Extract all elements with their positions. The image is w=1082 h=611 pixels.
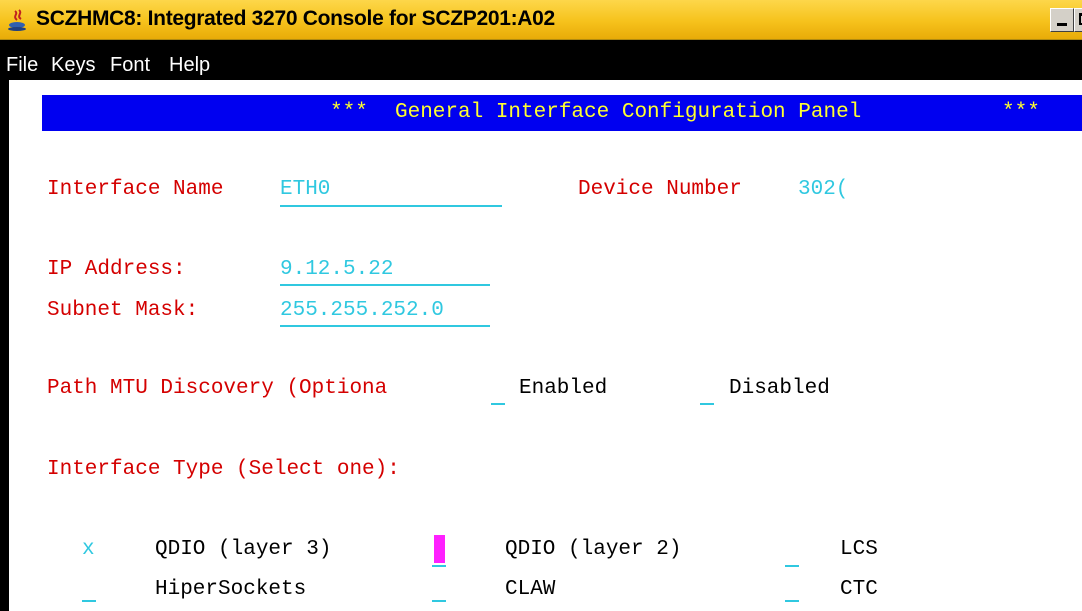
menu-font[interactable]: Font (110, 54, 150, 76)
path-mtu-label: Path MTU Discovery (Optiona (47, 377, 388, 400)
header-stars-right: *** (1002, 101, 1040, 124)
ip-address-label: IP Address: (47, 258, 186, 281)
ctc-label: CTC (840, 578, 878, 601)
menu-keys[interactable]: Keys (51, 54, 95, 76)
disabled-input[interactable] (700, 403, 714, 405)
terminal-screen[interactable]: *** General Interface Configuration Pane… (0, 80, 1082, 611)
subnet-mask-field[interactable]: 255.255.252.0 (280, 299, 444, 323)
device-number-label: Device Number (578, 178, 742, 201)
claw-label: CLAW (505, 578, 556, 601)
screen-left-border (0, 80, 9, 611)
enabled-label: Enabled (519, 377, 608, 400)
interface-name-label: Interface Name (47, 178, 224, 201)
qdio-layer2-label: QDIO (layer 2) (505, 538, 682, 561)
minimize-button[interactable] (1050, 8, 1074, 32)
cursor-icon (434, 535, 445, 563)
subnet-mask-underline (280, 325, 490, 327)
menu-file[interactable]: File (6, 54, 38, 76)
qdio-layer3-select[interactable]: x (82, 538, 95, 562)
window-title: SCZHMC8: Integrated 3270 Console for SCZ… (36, 7, 555, 30)
interface-name-underline (280, 205, 502, 207)
qdio-layer2-select[interactable] (432, 565, 446, 567)
ctc-select[interactable] (785, 600, 799, 602)
maximize-button[interactable] (1074, 8, 1082, 32)
minimize-icon (1057, 23, 1067, 26)
interface-name-field[interactable]: ETH0 (280, 178, 330, 202)
hipersockets-label: HiperSockets (155, 578, 307, 601)
ip-address-field[interactable]: 9.12.5.22 (280, 258, 393, 282)
title-bar[interactable]: SCZHMC8: Integrated 3270 Console for SCZ… (0, 0, 1082, 40)
java-icon (8, 9, 26, 31)
hipersockets-select[interactable] (82, 600, 96, 602)
device-number-field[interactable]: 302( (798, 178, 848, 202)
header-stars-left: *** (330, 101, 368, 124)
claw-select[interactable] (432, 600, 446, 602)
menu-bar: File Keys Font Help (0, 40, 1082, 80)
lcs-label: LCS (840, 538, 878, 561)
enabled-input[interactable] (491, 403, 505, 405)
ip-address-underline (280, 284, 490, 286)
menu-help[interactable]: Help (169, 54, 210, 76)
subnet-mask-label: Subnet Mask: (47, 299, 199, 322)
panel-title: General Interface Configuration Panel (395, 101, 862, 124)
panel-header: *** General Interface Configuration Pane… (42, 95, 1082, 131)
lcs-select[interactable] (785, 565, 799, 567)
interface-type-label: Interface Type (Select one): (47, 458, 400, 481)
disabled-label: Disabled (729, 377, 830, 400)
qdio-layer3-label: QDIO (layer 3) (155, 538, 332, 561)
